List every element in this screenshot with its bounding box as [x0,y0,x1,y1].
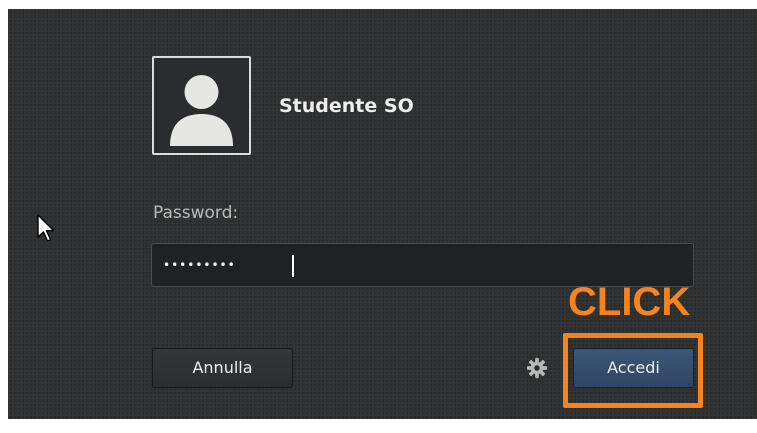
click-annotation-box [563,333,703,408]
gear-icon[interactable] [526,357,548,379]
user-name: Studente SO [279,95,414,117]
password-label: Password: [153,203,239,223]
text-caret [292,255,294,277]
cancel-button[interactable]: Annulla [152,348,293,388]
user-silhouette-icon [170,75,233,146]
click-annotation-label: CLICK [568,280,691,324]
user-avatar[interactable] [152,56,251,155]
login-screen: Studente SO Password: Annulla Accedi CLI… [8,9,757,419]
mouse-pointer-icon [37,214,55,242]
